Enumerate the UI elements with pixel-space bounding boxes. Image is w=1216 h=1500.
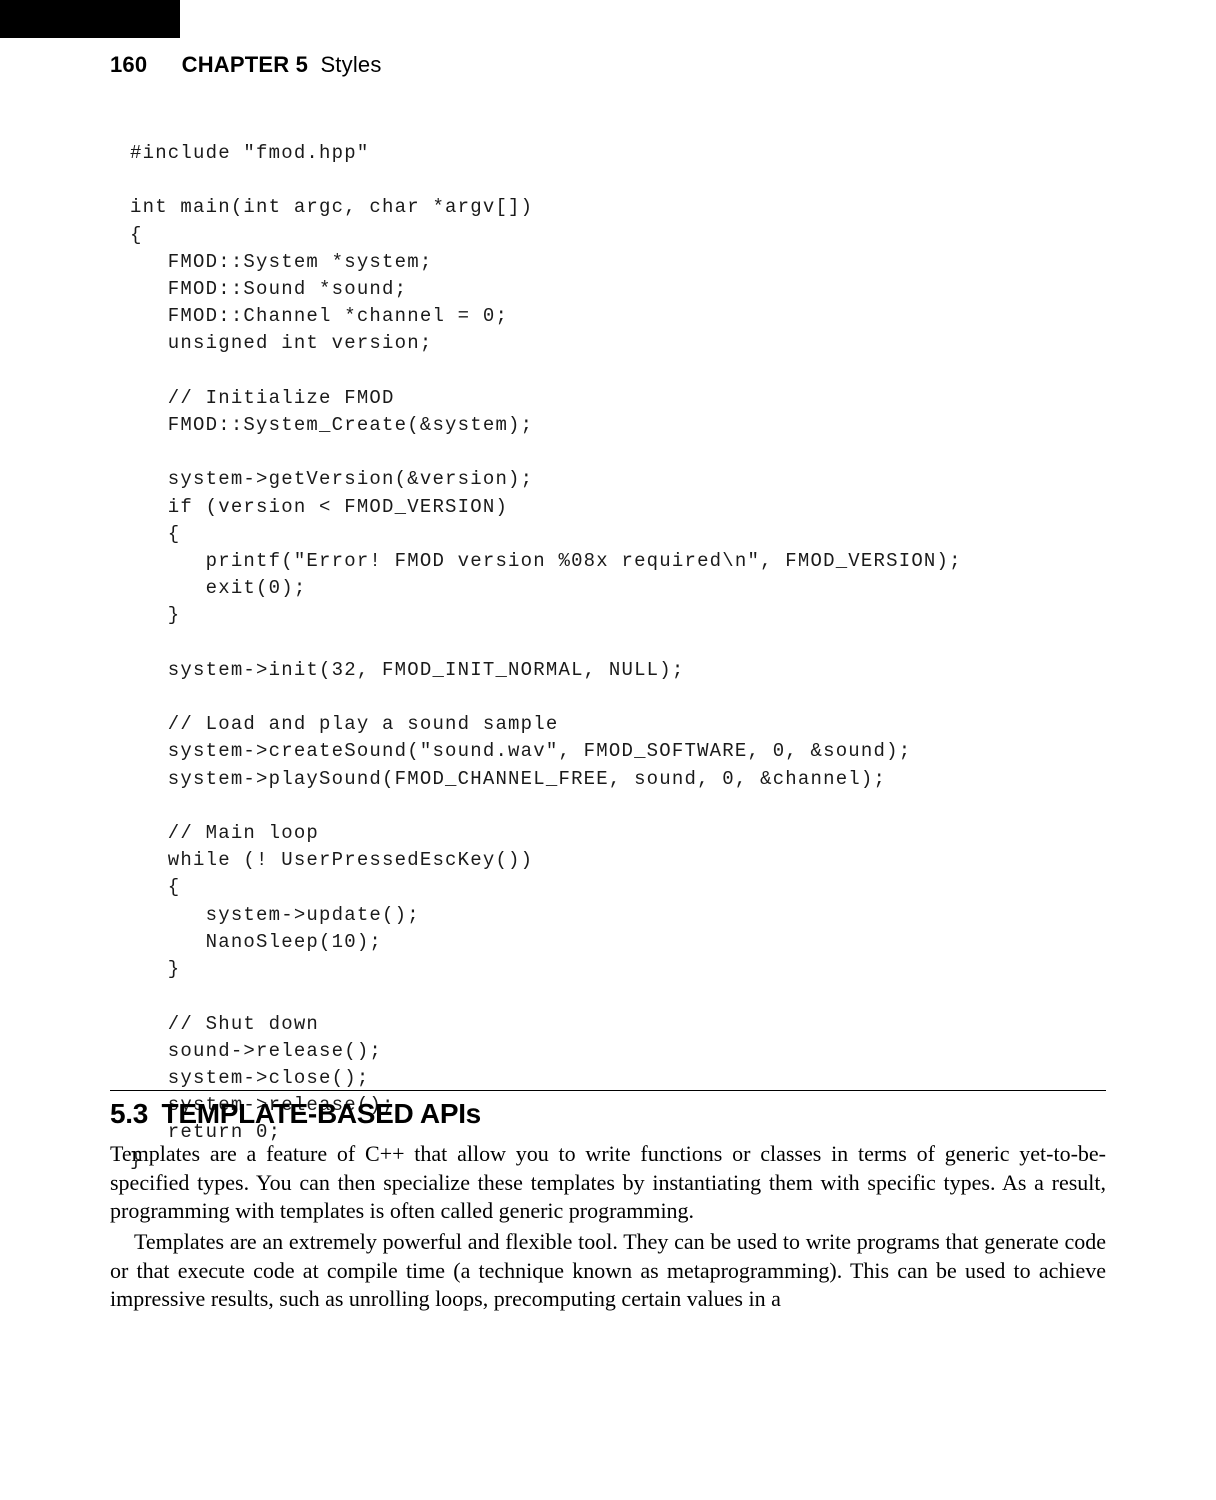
section-number: 5.3 — [110, 1098, 148, 1129]
chapter-title: Styles — [320, 52, 381, 77]
running-head: 160 CHAPTER 5 Styles — [110, 52, 382, 78]
corner-tab — [0, 0, 180, 38]
code-listing: #include "fmod.hpp" int main(int argc, c… — [130, 140, 1106, 1174]
section-title: TEMPLATE-BASED APIs — [162, 1098, 481, 1129]
body-paragraph-1: Templates are a feature of C++ that allo… — [110, 1140, 1106, 1226]
section-rule — [110, 1090, 1106, 1091]
page: 160 CHAPTER 5 Styles #include "fmod.hpp"… — [0, 0, 1216, 1500]
body-paragraph-2: Templates are an extremely powerful and … — [110, 1228, 1106, 1314]
chapter-label: CHAPTER 5 — [182, 52, 309, 77]
section-heading: 5.3 TEMPLATE-BASED APIs — [110, 1098, 481, 1130]
page-number: 160 — [110, 52, 147, 77]
